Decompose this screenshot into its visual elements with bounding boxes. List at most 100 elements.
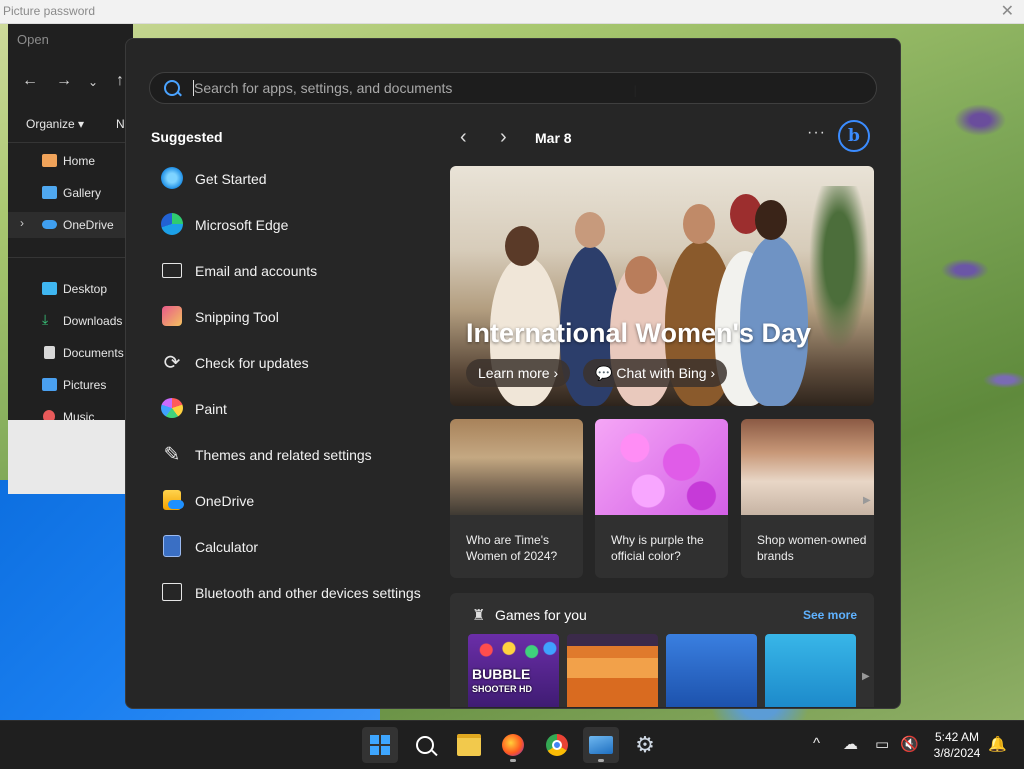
app-bluetooth-devices[interactable]: Bluetooth and other devices settings bbox=[151, 571, 441, 617]
news-card[interactable]: Why is purple the official color? bbox=[595, 419, 728, 578]
organize-label: Organize bbox=[26, 117, 75, 131]
nav-item-music[interactable]: Music bbox=[8, 404, 133, 420]
hero-person-head bbox=[683, 204, 715, 244]
app-check-updates[interactable]: ⟳ Check for updates bbox=[151, 341, 441, 387]
nav-item-downloads[interactable]: ⤓ Downloads bbox=[8, 308, 133, 334]
text-cursor bbox=[193, 80, 194, 96]
hero-card[interactable]: International Women's Day Learn more › 💬… bbox=[450, 166, 874, 406]
game-title-text: BUBBLE bbox=[472, 666, 531, 682]
news-card[interactable]: Shop women-owned brands bbox=[741, 419, 874, 578]
desktop-icon bbox=[42, 282, 57, 295]
gear-icon: ⚙ bbox=[635, 732, 655, 757]
app-email-accounts[interactable]: Email and accounts bbox=[151, 249, 441, 295]
nav-item-home[interactable]: Home bbox=[8, 148, 133, 174]
game-tile[interactable] bbox=[666, 634, 757, 707]
chevron-left-icon[interactable]: ‹ bbox=[460, 126, 467, 149]
nav-item-desktop[interactable]: Desktop bbox=[8, 276, 133, 302]
clock-time: 5:42 AM bbox=[934, 730, 980, 744]
explorer-nav-row: ← → ⌄ ↑ bbox=[8, 72, 133, 92]
app-label: Snipping Tool bbox=[195, 309, 279, 325]
explorer-title: Open bbox=[17, 32, 49, 47]
start-menu: Suggested Get Started Microsoft Edge Ema… bbox=[125, 38, 901, 709]
volume-muted-icon[interactable]: 🔇 bbox=[900, 735, 919, 753]
widget-date: Mar 8 bbox=[535, 130, 572, 146]
notification-bell-icon[interactable]: 🔔 bbox=[988, 735, 1007, 753]
bing-icon[interactable]: b bbox=[838, 120, 870, 152]
search-icon bbox=[416, 736, 438, 757]
brush-icon: ✎ bbox=[163, 443, 181, 466]
picture-password-titlebar: Picture password ✕ bbox=[0, 0, 1024, 24]
back-arrow-icon[interactable]: ← bbox=[22, 72, 38, 90]
taskbar: ⚙ ^ ☁ ▭ 🔇 5:42 AM 3/8/2024 🔔 bbox=[0, 720, 1024, 769]
picture-app-button[interactable] bbox=[583, 727, 619, 763]
news-card-image bbox=[595, 419, 728, 515]
see-more-link[interactable]: See more bbox=[803, 608, 857, 622]
learn-more-button[interactable]: Learn more › bbox=[466, 359, 571, 387]
game-tile-text: BUBBLE SHOOTER HD bbox=[472, 666, 532, 696]
nav-item-label: Gallery bbox=[63, 186, 102, 200]
app-snipping-tool[interactable]: Snipping Tool bbox=[151, 295, 441, 341]
onedrive-cloud-icon[interactable]: ☁ bbox=[843, 735, 858, 753]
app-themes[interactable]: ✎ Themes and related settings bbox=[151, 433, 441, 479]
news-card-image bbox=[450, 419, 583, 515]
network-icon[interactable]: ▭ bbox=[875, 735, 889, 753]
news-card[interactable]: Who are Time's Women of 2024? bbox=[450, 419, 583, 578]
chrome-button[interactable] bbox=[539, 727, 575, 763]
suggested-apps-list: Get Started Microsoft Edge Email and acc… bbox=[151, 157, 441, 617]
app-label: Bluetooth and other devices settings bbox=[195, 585, 421, 601]
search-icon bbox=[164, 80, 180, 96]
app-label: Calculator bbox=[195, 539, 259, 555]
hero-plant bbox=[804, 186, 874, 366]
running-indicator bbox=[510, 759, 516, 762]
forward-arrow-icon[interactable]: → bbox=[56, 72, 72, 90]
snipping-tool-icon bbox=[160, 304, 184, 328]
game-tile[interactable] bbox=[765, 634, 856, 707]
app-calculator[interactable]: Calculator bbox=[151, 525, 441, 571]
game-tile[interactable] bbox=[567, 634, 658, 707]
chevron-right-icon[interactable]: › bbox=[500, 126, 507, 149]
running-indicator bbox=[598, 759, 604, 762]
chat-with-bing-button[interactable]: 💬 Chat with Bing › bbox=[583, 359, 728, 387]
suggested-heading: Suggested bbox=[151, 129, 223, 145]
up-arrow-icon[interactable]: ↑ bbox=[116, 72, 124, 90]
onedrive-icon bbox=[42, 220, 57, 229]
hero-person-head bbox=[505, 226, 539, 266]
system-clock[interactable]: 5:42 AM 3/8/2024 bbox=[930, 729, 984, 761]
firefox-button[interactable] bbox=[495, 727, 531, 763]
clock-date: 3/8/2024 bbox=[933, 746, 981, 760]
search-input[interactable] bbox=[192, 77, 836, 99]
app-get-started[interactable]: Get Started bbox=[151, 157, 441, 203]
scroll-right-icon[interactable]: ▶ bbox=[862, 671, 870, 682]
window-title: Picture password bbox=[3, 4, 96, 18]
nav-item-onedrive[interactable]: › OneDrive bbox=[8, 212, 133, 238]
app-onedrive[interactable]: OneDrive bbox=[151, 479, 441, 525]
file-explorer-button[interactable] bbox=[451, 727, 487, 763]
hero-person-head bbox=[625, 256, 657, 294]
app-label: Themes and related settings bbox=[195, 447, 372, 463]
chevron-right-icon[interactable]: › bbox=[20, 216, 24, 230]
hero-person-head bbox=[755, 200, 787, 240]
new-button[interactable]: N bbox=[116, 117, 125, 131]
pictures-icon bbox=[42, 378, 57, 391]
nav-item-label: Pictures bbox=[63, 378, 107, 392]
game-tile-bubble-shooter[interactable]: BUBBLE SHOOTER HD bbox=[468, 634, 559, 707]
nav-item-gallery[interactable]: Gallery bbox=[8, 180, 133, 206]
nav-item-pictures[interactable]: Pictures bbox=[8, 372, 133, 398]
start-button[interactable] bbox=[362, 727, 398, 763]
learn-more-label: Learn more bbox=[478, 365, 550, 381]
nav-item-documents[interactable]: Documents bbox=[8, 340, 133, 366]
history-chevron-icon[interactable]: ⌄ bbox=[88, 75, 98, 89]
app-paint[interactable]: Paint bbox=[151, 387, 441, 433]
chevron-up-icon[interactable]: ^ bbox=[813, 735, 820, 752]
hero-title: International Women's Day bbox=[466, 318, 811, 348]
nav-item-label: Home bbox=[63, 154, 96, 168]
settings-button[interactable]: ⚙ bbox=[627, 727, 663, 763]
close-icon[interactable]: ✕ bbox=[1001, 1, 1014, 21]
app-microsoft-edge[interactable]: Microsoft Edge bbox=[151, 203, 441, 249]
get-started-icon bbox=[160, 166, 184, 190]
start-search-box[interactable] bbox=[149, 72, 877, 104]
search-button[interactable] bbox=[407, 727, 443, 763]
scroll-right-icon[interactable]: ▶ bbox=[863, 495, 871, 506]
organize-button[interactable]: Organize ▾ bbox=[26, 117, 84, 131]
more-options-icon[interactable]: ··· bbox=[807, 124, 826, 142]
